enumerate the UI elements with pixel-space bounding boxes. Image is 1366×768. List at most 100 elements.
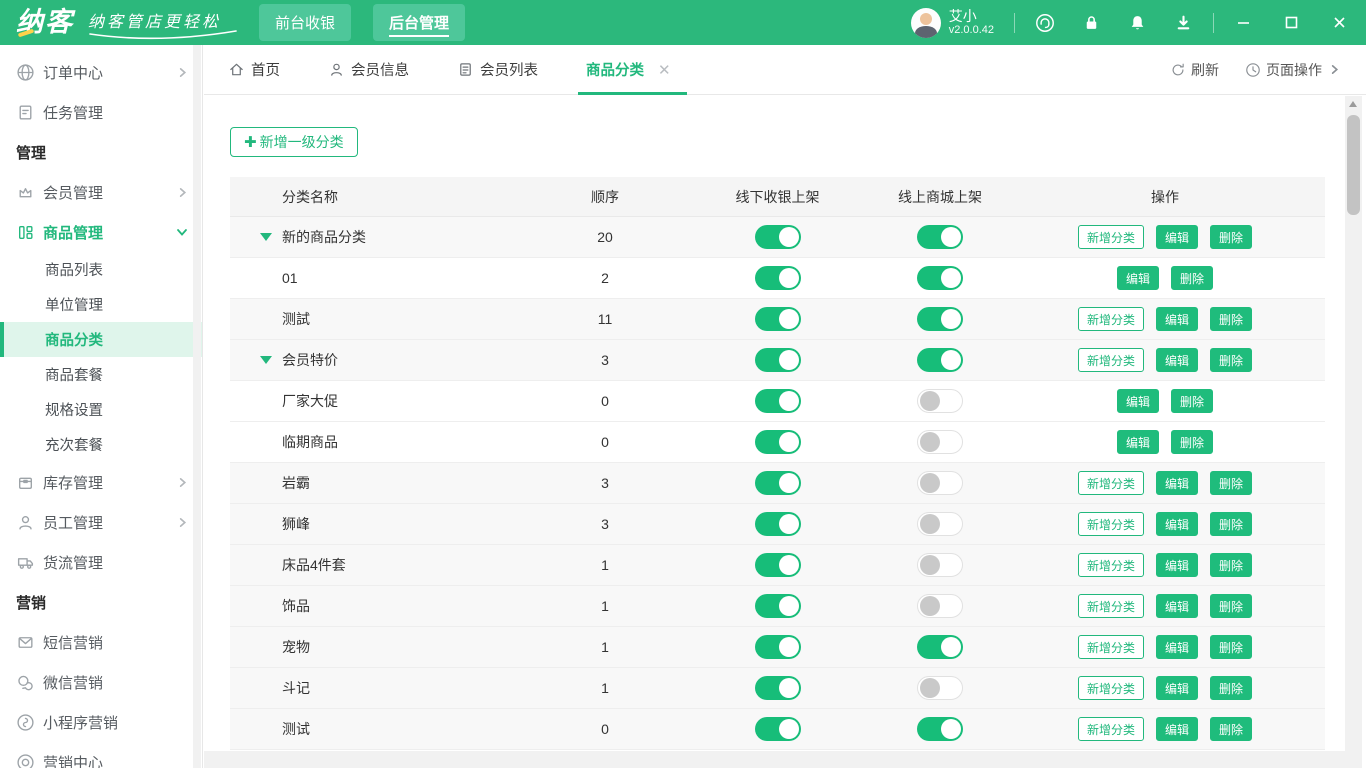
add-subcategory-button[interactable]: 新增分类 [1077, 635, 1144, 659]
delete-button[interactable]: 删除 [1210, 676, 1253, 700]
offline-pos-toggle[interactable] [754, 225, 801, 249]
add-top-category-button[interactable]: ✚ 新增一级分类 [230, 127, 358, 157]
sidebar-item[interactable]: 小程序营销 [0, 702, 202, 742]
sidebar-subitem[interactable]: 充次套餐 [0, 427, 202, 462]
online-mall-toggle[interactable] [917, 225, 963, 249]
add-subcategory-button[interactable]: 新增分类 [1077, 676, 1144, 700]
delete-button[interactable]: 删除 [1210, 594, 1253, 618]
sidebar-item[interactable]: 货流管理 [0, 542, 202, 582]
delete-button[interactable]: 删除 [1210, 717, 1253, 741]
sidebar-item[interactable]: 商品管理 [0, 212, 202, 252]
edit-button[interactable]: 编辑 [1155, 676, 1198, 700]
online-mall-toggle[interactable] [917, 430, 963, 454]
edit-button[interactable]: 编辑 [1116, 430, 1159, 454]
add-subcategory-button[interactable]: 新增分类 [1077, 348, 1144, 372]
avatar[interactable] [910, 7, 941, 38]
delete-button[interactable]: 删除 [1210, 553, 1253, 577]
online-mall-toggle[interactable] [917, 389, 963, 413]
sidebar-subitem[interactable]: 商品套餐 [0, 357, 202, 392]
horizontal-scrollbar[interactable] [204, 751, 1345, 768]
download-icon[interactable] [1173, 13, 1193, 33]
edit-button[interactable]: 编辑 [1155, 307, 1198, 331]
edit-button[interactable]: 编辑 [1155, 512, 1198, 536]
add-subcategory-button[interactable]: 新增分类 [1077, 307, 1144, 331]
online-mall-toggle[interactable] [917, 512, 963, 536]
add-subcategory-button[interactable]: 新增分类 [1077, 717, 1144, 741]
lock-icon[interactable] [1081, 13, 1101, 33]
edit-button[interactable]: 编辑 [1155, 717, 1198, 741]
offline-pos-toggle[interactable] [754, 512, 801, 536]
edit-button[interactable]: 编辑 [1155, 594, 1198, 618]
delete-button[interactable]: 删除 [1171, 430, 1214, 454]
add-subcategory-button[interactable]: 新增分类 [1077, 594, 1144, 618]
sidebar-scrollbar[interactable] [193, 45, 201, 768]
edit-button[interactable]: 编辑 [1116, 389, 1159, 413]
online-mall-toggle[interactable] [917, 635, 963, 659]
delete-button[interactable]: 删除 [1171, 266, 1214, 290]
offline-pos-toggle[interactable] [754, 389, 801, 413]
vertical-scrollbar-thumb[interactable] [1347, 115, 1360, 215]
offline-pos-toggle[interactable] [754, 635, 801, 659]
sidebar-item[interactable]: 订单中心 [0, 52, 202, 92]
sidebar-item[interactable]: 会员管理 [0, 172, 202, 212]
online-mall-toggle[interactable] [917, 553, 963, 577]
page-tab[interactable]: 首页 [226, 45, 282, 95]
edit-button[interactable]: 编辑 [1155, 471, 1198, 495]
offline-pos-toggle[interactable] [754, 594, 801, 618]
refresh-button[interactable]: 刷新 [1170, 60, 1219, 80]
vertical-scrollbar[interactable] [1345, 96, 1362, 768]
add-subcategory-button[interactable]: 新增分类 [1077, 512, 1144, 536]
customer-service-icon[interactable] [1035, 13, 1055, 33]
add-subcategory-button[interactable]: 新增分类 [1077, 471, 1144, 495]
online-mall-toggle[interactable] [917, 594, 963, 618]
edit-button[interactable]: 编辑 [1116, 266, 1159, 290]
offline-pos-toggle[interactable] [754, 676, 801, 700]
nav-tab-frontdesk-cashier[interactable]: 前台收银 [259, 4, 352, 41]
online-mall-toggle[interactable] [917, 348, 963, 372]
delete-button[interactable]: 删除 [1210, 512, 1253, 536]
sidebar-item[interactable]: 微信营销 [0, 662, 202, 702]
page-tab[interactable]: 会员列表 [455, 45, 540, 95]
offline-pos-toggle[interactable] [754, 307, 801, 331]
sidebar-item[interactable]: 任务管理 [0, 92, 202, 132]
delete-button[interactable]: 删除 [1210, 471, 1253, 495]
sidebar-subitem[interactable]: 商品列表 [0, 252, 202, 287]
expand-arrow-icon[interactable] [260, 356, 272, 364]
sidebar-item[interactable]: 营销中心 [0, 742, 202, 768]
delete-button[interactable]: 删除 [1210, 225, 1253, 249]
offline-pos-toggle[interactable] [754, 553, 801, 577]
close-tab-icon[interactable]: ✕ [658, 61, 671, 79]
page-tab[interactable]: 会员信息 [326, 45, 411, 95]
sidebar-subitem[interactable]: 规格设置 [0, 392, 202, 427]
sidebar-subitem[interactable]: 商品分类 [0, 322, 202, 357]
sidebar-item[interactable]: 库存管理 [0, 462, 202, 502]
online-mall-toggle[interactable] [917, 307, 963, 331]
edit-button[interactable]: 编辑 [1155, 553, 1198, 577]
offline-pos-toggle[interactable] [754, 717, 801, 741]
delete-button[interactable]: 删除 [1210, 348, 1253, 372]
delete-button[interactable]: 删除 [1210, 307, 1253, 331]
scroll-up-arrow-icon[interactable] [1349, 101, 1357, 107]
sidebar-item[interactable]: 员工管理 [0, 502, 202, 542]
edit-button[interactable]: 编辑 [1155, 348, 1198, 372]
delete-button[interactable]: 删除 [1210, 635, 1253, 659]
close-button[interactable] [1330, 14, 1348, 32]
offline-pos-toggle[interactable] [754, 348, 801, 372]
sidebar-subitem[interactable]: 单位管理 [0, 287, 202, 322]
nav-tab-backoffice-admin[interactable]: 后台管理 [373, 4, 466, 41]
offline-pos-toggle[interactable] [754, 266, 801, 290]
expand-arrow-icon[interactable] [260, 233, 272, 241]
add-subcategory-button[interactable]: 新增分类 [1077, 225, 1144, 249]
online-mall-toggle[interactable] [917, 717, 963, 741]
bell-icon[interactable] [1127, 13, 1147, 33]
edit-button[interactable]: 编辑 [1155, 225, 1198, 249]
maximize-button[interactable] [1282, 14, 1300, 32]
offline-pos-toggle[interactable] [754, 471, 801, 495]
online-mall-toggle[interactable] [917, 676, 963, 700]
page-operations-button[interactable]: 页面操作 [1245, 60, 1340, 80]
online-mall-toggle[interactable] [917, 266, 963, 290]
offline-pos-toggle[interactable] [754, 430, 801, 454]
minimize-button[interactable] [1234, 14, 1252, 32]
online-mall-toggle[interactable] [917, 471, 963, 495]
delete-button[interactable]: 删除 [1171, 389, 1214, 413]
